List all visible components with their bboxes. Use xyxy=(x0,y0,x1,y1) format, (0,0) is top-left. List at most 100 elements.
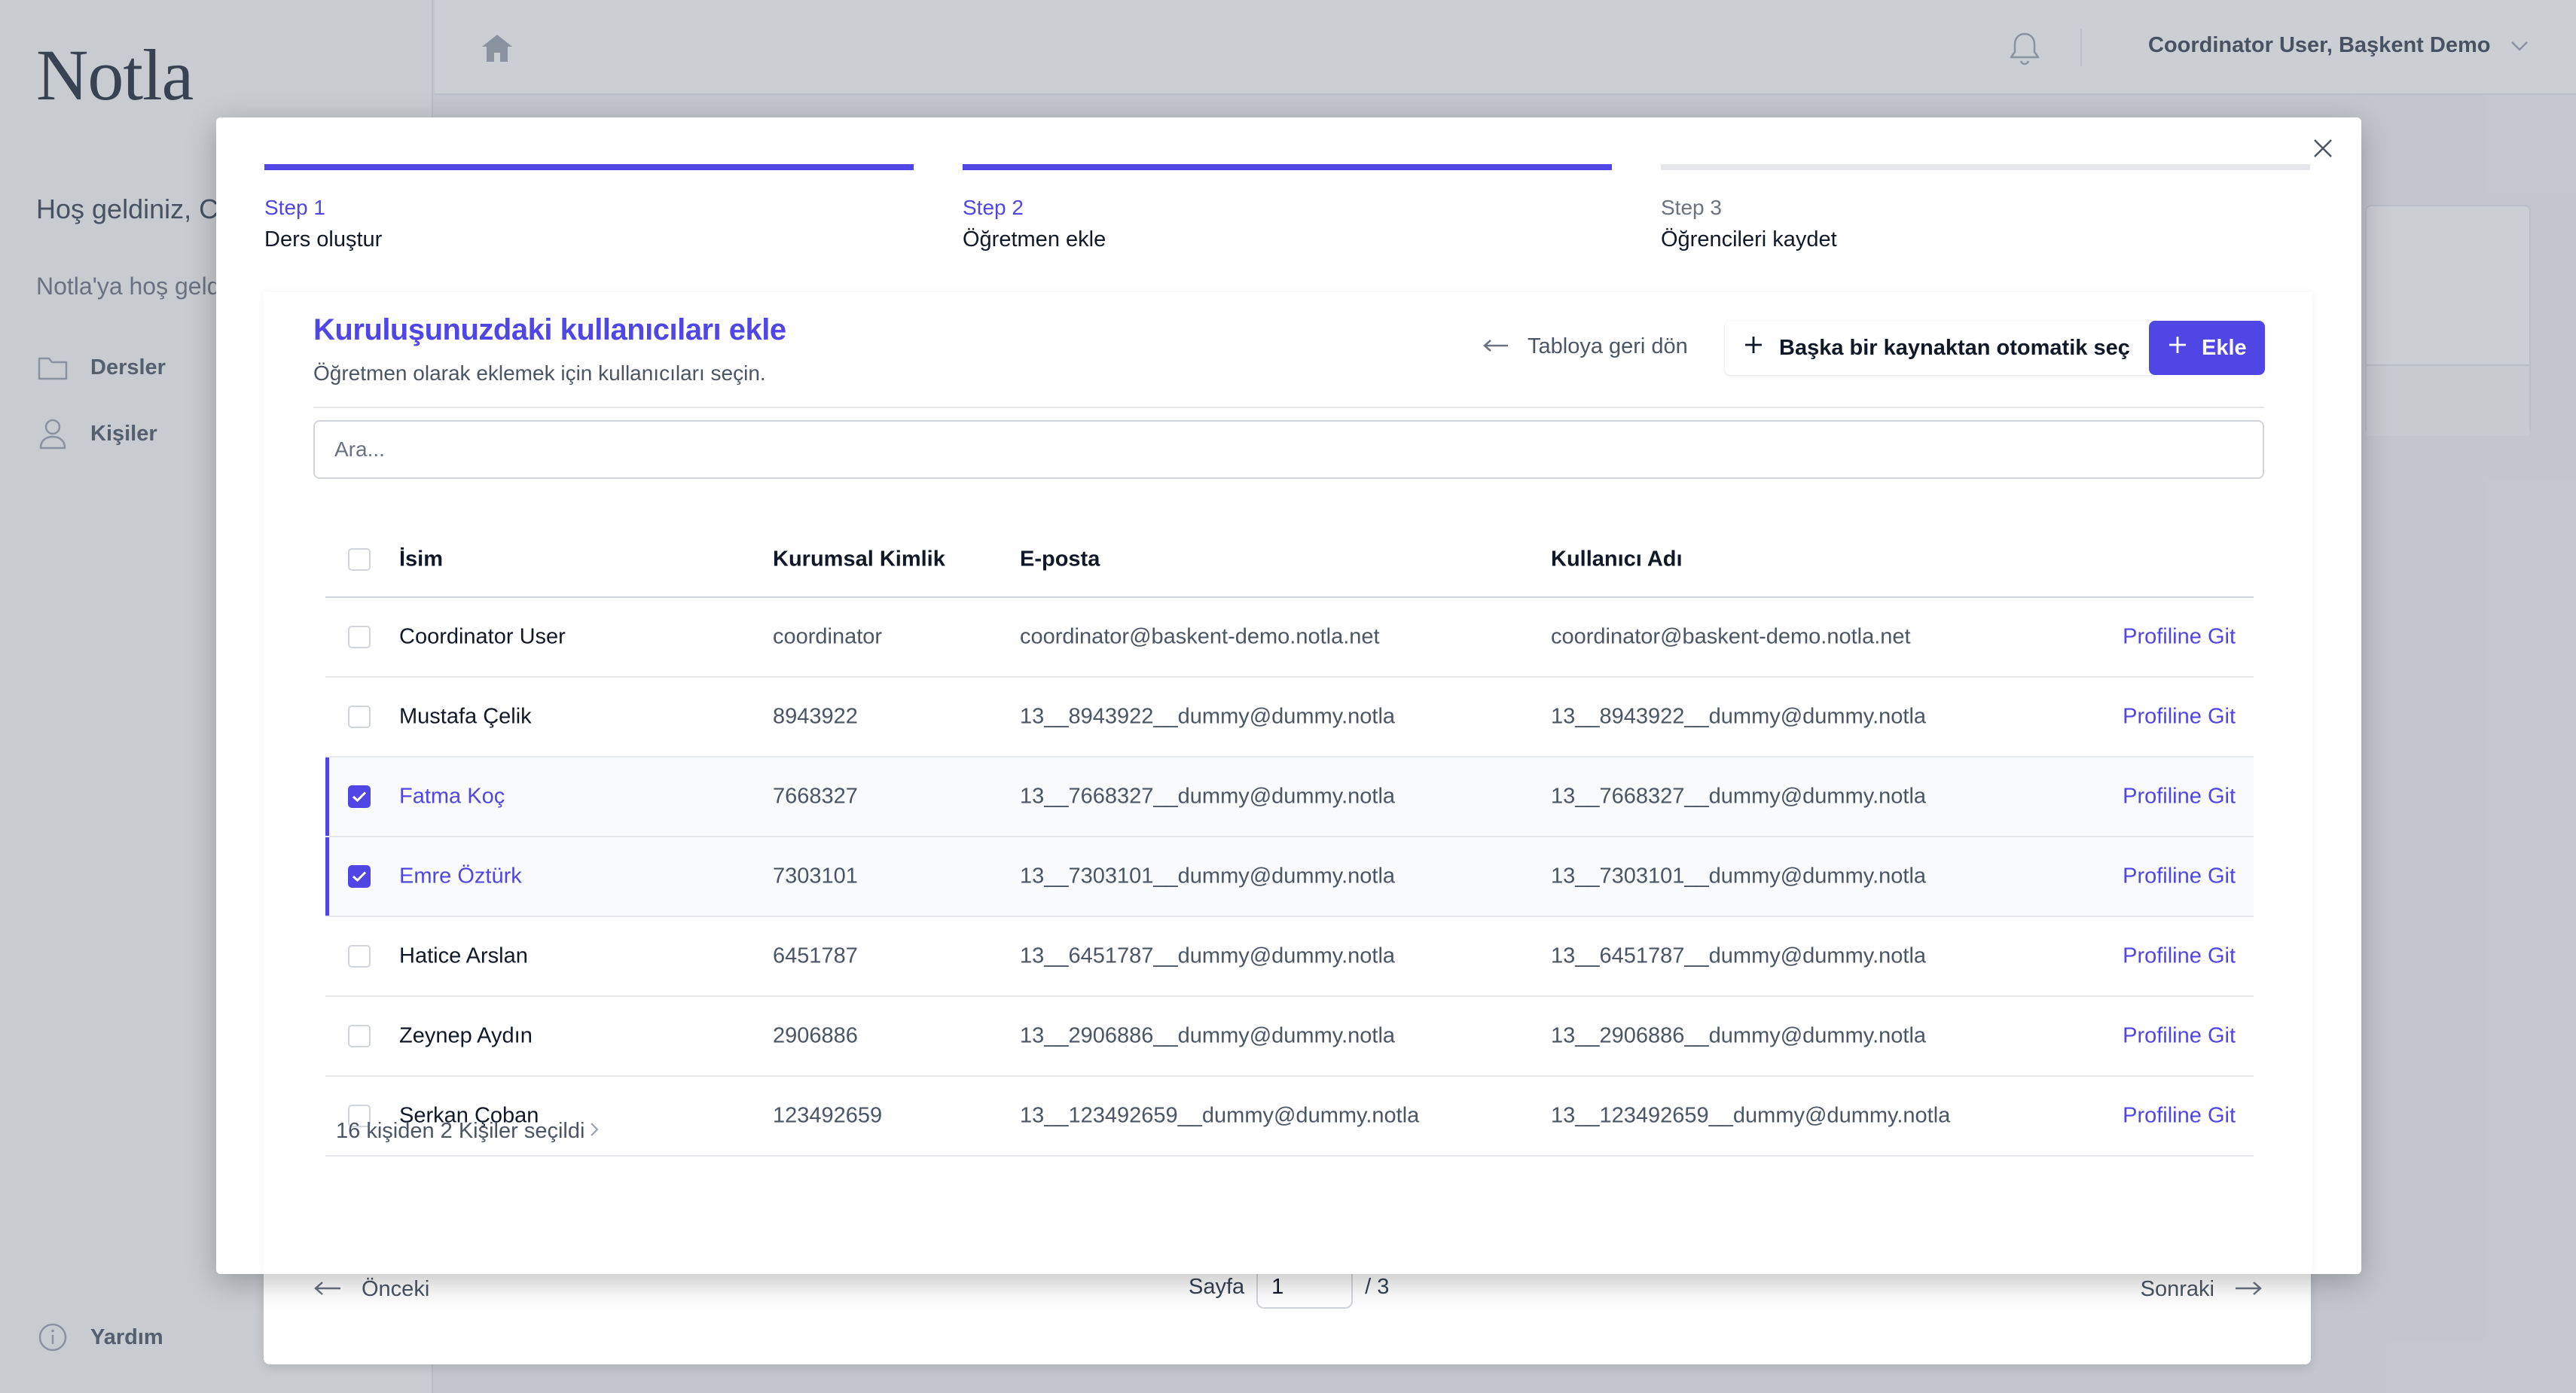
checkmark-icon xyxy=(352,791,367,803)
cell-name: Hatice Arslan xyxy=(399,943,528,968)
checkmark-icon xyxy=(352,870,367,882)
column-header-corp-id[interactable]: Kurumsal Kimlik xyxy=(773,547,945,572)
cell-name: Emre Öztürk xyxy=(399,864,522,889)
column-header-email[interactable]: E-posta xyxy=(1020,547,1100,572)
cell-corp-id: 123492659 xyxy=(773,1103,883,1128)
selection-summary[interactable]: 16 kişiden 2 Kişiler seçildi xyxy=(336,1119,600,1144)
cell-email: 13__7668327__dummy@dummy.notla xyxy=(1020,784,1396,809)
auto-select-button[interactable]: Başka bir kaynaktan otomatik seç xyxy=(1725,321,2159,375)
profile-link[interactable]: Profiline Git xyxy=(2123,785,2236,809)
table-row[interactable]: Mustafa Çelik 8943922 13__8943922__dummy@d… xyxy=(325,678,2254,757)
profile-link[interactable]: Profiline Git xyxy=(2123,705,2236,730)
step-progress-bar xyxy=(1661,164,2310,170)
previous-label: Önceki xyxy=(362,1277,430,1301)
select-all-checkbox-cell xyxy=(348,548,371,571)
table-row[interactable]: Fatma Koç 7668327 13__7668327__dummy@dummy… xyxy=(325,757,2254,837)
table-row[interactable]: Serkan Çoban 123492659 13__123492659__dumm… xyxy=(325,1077,2254,1157)
cell-email: 13__8943922__dummy@dummy.notla xyxy=(1020,704,1396,729)
table-row[interactable]: Zeynep Aydın 2906886 13__2906886__dummy@du… xyxy=(325,997,2254,1077)
cell-email: coordinator@baskent-demo.notla.net xyxy=(1020,624,1380,649)
cell-username: 13__7668327__dummy@dummy.notla xyxy=(1551,784,1927,809)
step-progress-bar xyxy=(963,164,1612,170)
select-all-checkbox[interactable] xyxy=(348,548,371,571)
cell-email: 13__7303101__dummy@dummy.notla xyxy=(1020,864,1396,889)
row-checkbox-cell xyxy=(348,865,371,888)
profile-link[interactable]: Profiline Git xyxy=(2123,625,2236,650)
profile-link[interactable]: Profiline Git xyxy=(2123,1024,2236,1049)
cell-corp-id: 7668327 xyxy=(773,784,858,809)
close-button[interactable] xyxy=(2304,131,2342,169)
next-page-button[interactable]: Sonraki xyxy=(2141,1277,2263,1302)
step-name: Öğrencileri kaydet xyxy=(1661,227,1837,251)
cell-name: Zeynep Aydın xyxy=(399,1023,533,1048)
step-label: Step 1 xyxy=(264,196,325,219)
cell-username: 13__2906886__dummy@dummy.notla xyxy=(1551,1023,1927,1048)
cell-email: 13__123492659__dummy@dummy.notla xyxy=(1020,1103,1420,1128)
table-row[interactable]: Emre Öztürk 7303101 13__7303101__dummy@dum… xyxy=(325,837,2254,917)
user-selection-panel: Kuruluşunuzdaki kullanıcıları ekle Öğret… xyxy=(264,292,2312,1274)
arrow-right-icon xyxy=(2234,1277,2263,1302)
cell-name: Coordinator User xyxy=(399,624,566,649)
cell-corp-id: coordinator xyxy=(773,624,883,649)
cell-email: 13__2906886__dummy@dummy.notla xyxy=(1020,1023,1396,1048)
page-label: Sayfa xyxy=(1189,1274,1245,1299)
row-checkbox-cell xyxy=(348,785,371,808)
panel-title: Kuruluşunuzdaki kullanıcıları ekle xyxy=(313,313,786,346)
cell-corp-id: 8943922 xyxy=(773,704,858,729)
cell-username: 13__123492659__dummy@dummy.notla xyxy=(1551,1103,1951,1128)
cell-username: 13__7303101__dummy@dummy.notla xyxy=(1551,864,1927,889)
row-checkbox[interactable] xyxy=(348,1025,371,1047)
header-divider xyxy=(313,407,2264,408)
chevron-right-icon xyxy=(589,1119,600,1144)
add-button[interactable]: Ekle xyxy=(2149,321,2265,375)
cell-corp-id: 7303101 xyxy=(773,864,858,889)
row-checkbox[interactable] xyxy=(348,626,371,648)
row-checkbox-cell xyxy=(348,1025,371,1047)
search-input[interactable] xyxy=(313,420,2264,479)
row-checkbox-cell xyxy=(348,945,371,968)
cell-name: Mustafa Çelik xyxy=(399,704,532,729)
table-header-row: İsim Kurumsal Kimlik E-posta Kullanıcı A… xyxy=(325,523,2254,598)
table-body: Coordinator User coordinator coordinator@b… xyxy=(325,598,2254,1157)
step-label: Step 3 xyxy=(1661,196,1722,219)
cell-corp-id: 6451787 xyxy=(773,943,858,968)
back-to-table-link[interactable]: Tabloya geri dön xyxy=(1482,334,1688,359)
table-row[interactable]: Hatice Arslan 6451787 13__6451787__dummy@d… xyxy=(325,917,2254,997)
auto-select-label: Başka bir kaynaktan otomatik seç xyxy=(1779,335,2130,360)
selection-summary-label: 16 kişiden 2 Kişiler seçildi xyxy=(336,1119,585,1143)
step-name: Öğretmen ekle xyxy=(963,227,1106,251)
cell-corp-id: 2906886 xyxy=(773,1023,858,1048)
plus-icon xyxy=(1743,334,1764,361)
step-1: Step 1 Ders oluştur xyxy=(264,164,914,252)
column-header-username[interactable]: Kullanıcı Adı xyxy=(1551,547,1683,572)
profile-link[interactable]: Profiline Git xyxy=(2123,944,2236,969)
profile-link[interactable]: Profiline Git xyxy=(2123,864,2236,889)
panel-subtitle: Öğretmen olarak eklemek için kullanıcıla… xyxy=(313,361,766,385)
row-checkbox-cell xyxy=(348,626,371,648)
cell-username: coordinator@baskent-demo.notla.net xyxy=(1551,624,1911,649)
column-header-name[interactable]: İsim xyxy=(399,547,443,572)
step-name: Ders oluştur xyxy=(264,227,383,251)
close-icon xyxy=(2312,137,2334,163)
step-2: Step 2 Öğretmen ekle xyxy=(963,164,1612,252)
previous-page-button[interactable]: Önceki xyxy=(313,1277,429,1302)
cell-username: 13__6451787__dummy@dummy.notla xyxy=(1551,943,1927,968)
add-label: Ekle xyxy=(2202,335,2247,360)
row-checkbox[interactable] xyxy=(348,865,371,888)
cell-name: Fatma Koç xyxy=(399,784,505,809)
back-link-label: Tabloya geri dön xyxy=(1528,334,1688,358)
row-checkbox-cell xyxy=(348,706,371,728)
step-progress-bar xyxy=(264,164,914,170)
step-label: Step 2 xyxy=(963,196,1024,219)
row-checkbox[interactable] xyxy=(348,706,371,728)
row-checkbox[interactable] xyxy=(348,945,371,968)
next-label: Sonraki xyxy=(2140,1277,2214,1301)
cell-username: 13__8943922__dummy@dummy.notla xyxy=(1551,704,1927,729)
users-table: İsim Kurumsal Kimlik E-posta Kullanıcı A… xyxy=(325,523,2254,1157)
arrow-left-icon xyxy=(313,1277,342,1302)
step-3: Step 3 Öğrencileri kaydet xyxy=(1661,164,2310,252)
arrow-left-icon xyxy=(1482,334,1509,359)
row-checkbox[interactable] xyxy=(348,785,371,808)
table-row[interactable]: Coordinator User coordinator coordinator@b… xyxy=(325,598,2254,678)
profile-link[interactable]: Profiline Git xyxy=(2123,1104,2236,1129)
